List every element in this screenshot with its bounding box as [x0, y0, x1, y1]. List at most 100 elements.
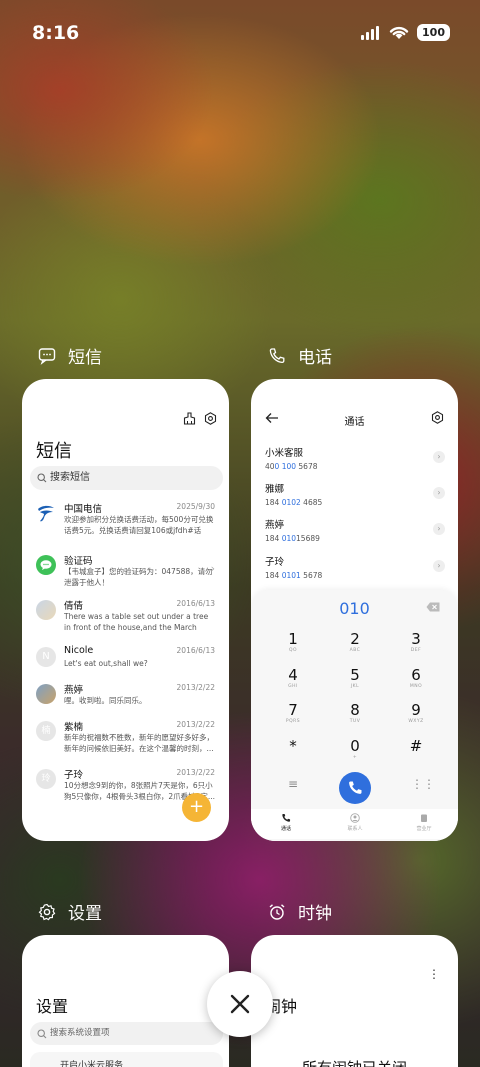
settings-icon[interactable]	[431, 411, 444, 424]
message-sender: 中国电信	[64, 504, 103, 515]
phone-app-card[interactable]: 通话 小米客服 400 100 5678 › 雅娜 184 0102 4685 …	[251, 379, 458, 841]
contact-row[interactable]: 小米客服 400 100 5678 ›	[265, 445, 445, 473]
dial-key-1[interactable]: 1 QO	[263, 630, 323, 662]
settings-row-xiaomi-cloud[interactable]: 开启小米云服务	[30, 1052, 223, 1067]
dial-key-star[interactable]: *	[263, 737, 323, 769]
china-telecom-logo-icon	[36, 503, 56, 523]
nav-tab-service-hall[interactable]: 营业厅	[394, 813, 454, 832]
alarm-status-message: 所有闹钟已关闭	[251, 1057, 458, 1067]
dial-key-2[interactable]: 2 ABC	[325, 630, 385, 662]
message-sender: 紫楠	[64, 722, 84, 733]
page-title: 设置	[36, 997, 69, 1016]
chevron-right-icon[interactable]: ›	[433, 523, 445, 535]
search-input[interactable]: 搜索短信	[30, 466, 223, 490]
search-input[interactable]: 搜索系统设置项	[30, 1022, 223, 1045]
sms-app-card[interactable]: 短信 搜索短信 中国电信 2025/9/30 欢迎参加积分兑换话费活动，每500…	[22, 379, 229, 841]
contact-row[interactable]: 雅娜 184 0102 4685 ›	[265, 481, 445, 509]
contact-name: 燕婷	[265, 520, 285, 531]
message-sender: 验证码	[64, 556, 93, 567]
dialpad: 010 1 QO 2 ABC 3 DEF 4 GHI 5 JKL 6 MNO 7 PQRS 8…	[251, 590, 458, 841]
contact-number: 184 0102 4685	[265, 498, 323, 507]
dial-key-0[interactable]: 0 +	[325, 737, 385, 769]
backspace-icon[interactable]	[426, 602, 440, 612]
alarm-clock-icon	[269, 903, 285, 920]
nav-tab-contacts[interactable]: 联系人	[325, 813, 385, 832]
nav-label: 联系人	[347, 826, 363, 832]
message-preview: 欢迎参加积分兑换话费活动，每500分可兑换话费5元。兑换话费请回复106或jfd…	[64, 515, 214, 535]
dial-key-3[interactable]: 3 DEF	[386, 630, 446, 662]
avatar-initial-n: N	[36, 647, 56, 667]
dial-key-hash[interactable]: #	[386, 737, 446, 769]
status-time: 8:16	[32, 22, 80, 44]
search-icon	[37, 1029, 47, 1039]
contact-name: 子玲	[265, 557, 285, 568]
nav-label: 通话	[280, 826, 291, 832]
phone-bottom-nav: 通话 联系人 营业厅	[251, 809, 458, 839]
app-label-phone[interactable]: 电话	[268, 343, 332, 368]
more-options-icon[interactable]: ⋮	[428, 967, 440, 981]
chevron-right-icon[interactable]: ›	[433, 487, 445, 499]
app-label-text: 电话	[298, 348, 332, 368]
clean-brush-icon[interactable]	[183, 412, 196, 425]
dial-key-9[interactable]: 9 WXYZ	[386, 701, 446, 733]
message-row[interactable]: 楠 紫楠 2013/2/22 新年的祝福数不胜数，新年的愿望好多好多，新年的问候…	[22, 719, 229, 767]
status-icons: 100	[361, 24, 450, 41]
dial-key-4[interactable]: 4 GHI	[263, 666, 323, 698]
service-hall-icon	[421, 814, 427, 822]
dial-key-6[interactable]: 6 MNO	[386, 666, 446, 698]
settings-app-card[interactable]: 设置 搜索系统设置项 开启小米云服务	[22, 935, 229, 1067]
message-date: 2013/2/22	[176, 720, 215, 729]
message-date: 2013/2/22	[176, 768, 215, 777]
call-button[interactable]	[339, 772, 371, 804]
battery-indicator: 100	[417, 24, 450, 41]
verification-code-icon	[36, 555, 56, 575]
dial-key-7[interactable]: 7 PQRS	[263, 701, 323, 733]
clock-app-card[interactable]: ⋮ 闹钟 所有闹钟已关闭	[251, 935, 458, 1067]
message-date: 2013/2/22	[176, 683, 215, 692]
message-date: 2025/9/30	[176, 502, 215, 511]
app-label-sms[interactable]: 短信	[38, 343, 102, 368]
menu-icon[interactable]: ≡	[288, 777, 298, 791]
close-all-button[interactable]	[207, 971, 273, 1037]
app-label-clock[interactable]: 时钟	[268, 899, 332, 924]
avatar	[36, 684, 56, 704]
phone-icon	[269, 347, 285, 363]
search-icon	[37, 473, 47, 483]
contact-row[interactable]: 子玲 184 0101 5678 ›	[265, 554, 445, 582]
contact-row[interactable]: 燕婷 184 01015689 ›	[265, 517, 445, 545]
signal-icon	[361, 25, 380, 40]
dial-key-5[interactable]: 5 JKL	[325, 666, 385, 698]
contact-number: 400 100 5678	[265, 462, 318, 471]
phone-header: 通话	[251, 411, 458, 428]
app-label-text: 时钟	[298, 904, 332, 924]
settings-icon[interactable]	[204, 412, 217, 425]
message-row[interactable]: 中国电信 2025/9/30 欢迎参加积分兑换话费活动，每500分可兑换话费5元…	[22, 501, 229, 549]
message-row[interactable]: 验证码 › 【韦城盒子】您的验证码为：047588，请勿泄露于他人！	[22, 553, 229, 601]
app-label-settings[interactable]: 设置	[38, 899, 102, 924]
page-title: 短信	[36, 441, 72, 462]
message-preview: 【韦城盒子】您的验证码为：047588，请勿泄露于他人！	[64, 567, 213, 587]
nav-tab-calls[interactable]: 通话	[256, 813, 316, 832]
message-row[interactable]: 倩倩 2016/6/13 There was a table set out u…	[22, 598, 229, 646]
close-icon	[230, 994, 250, 1014]
contact-number: 184 0101 5678	[265, 571, 323, 580]
chevron-right-icon[interactable]: ›	[433, 451, 445, 463]
search-placeholder: 搜索系统设置项	[50, 1028, 110, 1038]
contact-name: 雅娜	[265, 484, 285, 495]
app-label-text: 短信	[68, 348, 102, 368]
sms-toolbar	[183, 412, 217, 425]
chevron-right-icon[interactable]: ›	[433, 560, 445, 572]
keypad-grid-icon[interactable]: ⋮⋮	[411, 777, 435, 791]
gear-icon	[38, 903, 56, 920]
contact-icon	[350, 813, 360, 823]
message-sender: 倩倩	[64, 601, 84, 612]
dial-key-8[interactable]: 8 TUV	[325, 701, 385, 733]
page-title: 通话	[344, 417, 365, 428]
message-date: 2016/6/13	[176, 646, 215, 655]
message-sender: 子玲	[64, 770, 84, 781]
contact-number: 184 01015689	[265, 534, 320, 543]
search-placeholder: 搜索短信	[50, 472, 90, 483]
phone-call-icon	[349, 781, 362, 794]
avatar-initial: 楠	[36, 721, 56, 741]
new-message-button[interactable]: +	[182, 793, 211, 822]
